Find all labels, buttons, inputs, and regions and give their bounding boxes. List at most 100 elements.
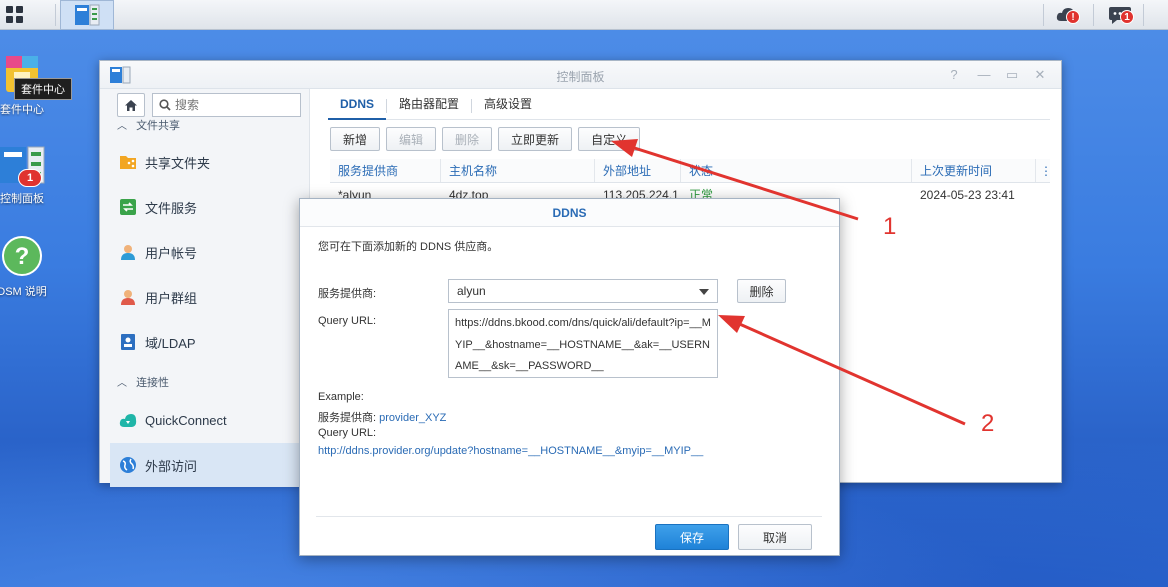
- ldap-icon: [118, 332, 138, 352]
- customize-button[interactable]: 自定义: [578, 127, 641, 151]
- annotation-label-2: 2: [981, 410, 995, 437]
- example-provider-line: 服务提供商: provider_XYZ: [318, 409, 446, 425]
- provider-select-value: alyun: [457, 284, 486, 298]
- home-button[interactable]: [117, 93, 145, 117]
- column-header-status[interactable]: 状态: [681, 159, 912, 182]
- tab-router-config[interactable]: 路由器配置: [387, 93, 471, 120]
- table-cell: 2024-05-23 23:41: [920, 188, 1015, 202]
- sidebar-item-external-access[interactable]: 外部访问: [110, 443, 300, 487]
- control-panel-badge: 1: [18, 169, 42, 187]
- sidebar-item-label: 域/LDAP: [145, 335, 196, 351]
- main-menu-button[interactable]: [0, 0, 30, 30]
- taskbar-control-panel[interactable]: [60, 0, 114, 30]
- window-titlebar[interactable]: 控制面板 ? — ▭ ✕: [100, 61, 1061, 89]
- add-button[interactable]: 新增: [330, 127, 381, 151]
- sidebar-item-label: 用户帐号: [145, 245, 198, 261]
- example-url-label: Query URL:: [318, 427, 377, 439]
- save-button[interactable]: 保存: [655, 524, 729, 550]
- delete-button[interactable]: 删除: [442, 127, 493, 151]
- close-icon: ✕: [1034, 67, 1046, 82]
- sidebar-item-quickconnect[interactable]: QuickConnect: [110, 398, 300, 442]
- sidebar-item-label: QuickConnect: [145, 412, 227, 428]
- update-now-button[interactable]: 立即更新: [498, 127, 573, 151]
- taskbar: ! 1: [0, 0, 1168, 30]
- quickconnect-icon: [118, 410, 138, 430]
- column-header-provider[interactable]: 服务提供商: [330, 159, 441, 182]
- taskbar-separator: [1043, 4, 1044, 26]
- sidebar-item-label: 用户群组: [145, 290, 198, 306]
- tab-bar: DDNS 路由器配置 高级设置: [328, 93, 1050, 120]
- file-service-icon: [118, 197, 138, 217]
- maximize-icon: ▭: [1005, 67, 1019, 82]
- cloud-status-button[interactable]: !: [1050, 0, 1084, 30]
- desktop-icon-control-panel[interactable]: 1 控制面板: [0, 145, 52, 206]
- example-url-value: http://ddns.provider.org/update?hostname…: [318, 445, 704, 457]
- cancel-button[interactable]: 取消: [738, 524, 812, 550]
- sidebar-item-label: 文件服务: [145, 200, 198, 216]
- query-url-label: Query URL:: [318, 315, 377, 327]
- notifications-button[interactable]: 1: [1100, 0, 1140, 30]
- query-url-textarea[interactable]: https://ddns.bkood.com/dns/quick/ali/def…: [448, 309, 718, 378]
- provider-delete-button[interactable]: 删除: [737, 279, 786, 303]
- sidebar-item-user[interactable]: 用户帐号: [110, 230, 300, 274]
- edit-button[interactable]: 编辑: [386, 127, 437, 151]
- cloud-alert-badge: !: [1066, 10, 1080, 24]
- share-folder-icon: [118, 152, 138, 172]
- question-icon: ?: [950, 67, 958, 82]
- ddns-dialog: DDNS 您可在下面添加新的 DDNS 供应商。 服务提供商: alyun 删除…: [299, 198, 840, 556]
- section-label: 连接性: [136, 377, 170, 389]
- chevron-down-icon: [699, 289, 709, 295]
- control-panel-icon: [75, 4, 100, 26]
- sidebar-item-label: 外部访问: [145, 458, 198, 474]
- chevron-up-icon: ︿: [117, 378, 127, 389]
- tooltip: 套件中心: [14, 78, 72, 100]
- help-icon: ?: [2, 236, 42, 276]
- minimize-icon: —: [977, 67, 991, 82]
- column-header-hostname[interactable]: 主机名称: [441, 159, 595, 182]
- more-vertical-icon: ⋮: [1040, 164, 1052, 178]
- grid-menu-icon: [6, 6, 23, 23]
- section-label: 文件共享: [136, 120, 181, 132]
- search-box[interactable]: [152, 93, 301, 117]
- desktop-icon-label: 套件中心: [0, 104, 44, 116]
- minimize-button[interactable]: —: [976, 67, 992, 82]
- group-icon: [118, 287, 138, 307]
- desktop-icon-label: 控制面板: [0, 193, 44, 205]
- desktop-icon-dsm-help[interactable]: ? DSM 说明: [0, 234, 52, 299]
- sidebar-item-shared-folder[interactable]: 共享文件夹: [110, 140, 300, 184]
- svg-text:?: ?: [15, 243, 30, 270]
- window-title: 控制面板: [556, 70, 605, 84]
- search-input[interactable]: [175, 98, 285, 112]
- sidebar-item-ldap[interactable]: 域/LDAP: [110, 320, 300, 364]
- section-connectivity[interactable]: ︿ 连接性: [117, 374, 169, 390]
- user-icon: [118, 242, 138, 262]
- example-provider-label: 服务提供商:: [318, 412, 377, 424]
- close-button[interactable]: ✕: [1032, 67, 1048, 83]
- column-header-last-update[interactable]: 上次更新时间: [912, 159, 1036, 182]
- tab-advanced-settings[interactable]: 高级设置: [472, 93, 544, 120]
- home-icon: [125, 99, 137, 111]
- provider-select[interactable]: alyun: [448, 279, 718, 303]
- sidebar-item-group[interactable]: 用户群组: [110, 275, 300, 319]
- chevron-up-icon: ︿: [117, 121, 127, 132]
- example-provider-value: provider_XYZ: [379, 412, 447, 424]
- column-header-external-address[interactable]: 外部地址: [595, 159, 681, 182]
- sidebar: ︿ 文件共享 共享文件夹 文件服务 用户帐号 用户群组: [100, 89, 310, 487]
- maximize-button[interactable]: ▭: [1004, 67, 1020, 83]
- sidebar-item-file-service[interactable]: 文件服务: [110, 185, 300, 229]
- help-button[interactable]: ?: [946, 67, 962, 82]
- example-title: Example:: [318, 391, 364, 403]
- taskbar-separator: [1093, 4, 1094, 26]
- taskbar-separator: [55, 4, 56, 26]
- desktop-icon-label: DSM 说明: [0, 286, 47, 298]
- column-menu-button[interactable]: ⋮: [1036, 159, 1052, 182]
- provider-label: 服务提供商:: [318, 288, 377, 300]
- notification-count-badge: 1: [1120, 10, 1134, 24]
- annotation-label-1: 1: [883, 213, 897, 240]
- globe-icon: [118, 455, 138, 475]
- sidebar-item-label: 共享文件夹: [145, 155, 211, 171]
- search-icon: [159, 99, 171, 111]
- table-header: 服务提供商 主机名称 外部地址 状态 上次更新时间 ⋮: [330, 159, 1052, 183]
- tab-ddns[interactable]: DDNS: [328, 93, 387, 120]
- section-file-sharing[interactable]: ︿ 文件共享: [117, 117, 180, 133]
